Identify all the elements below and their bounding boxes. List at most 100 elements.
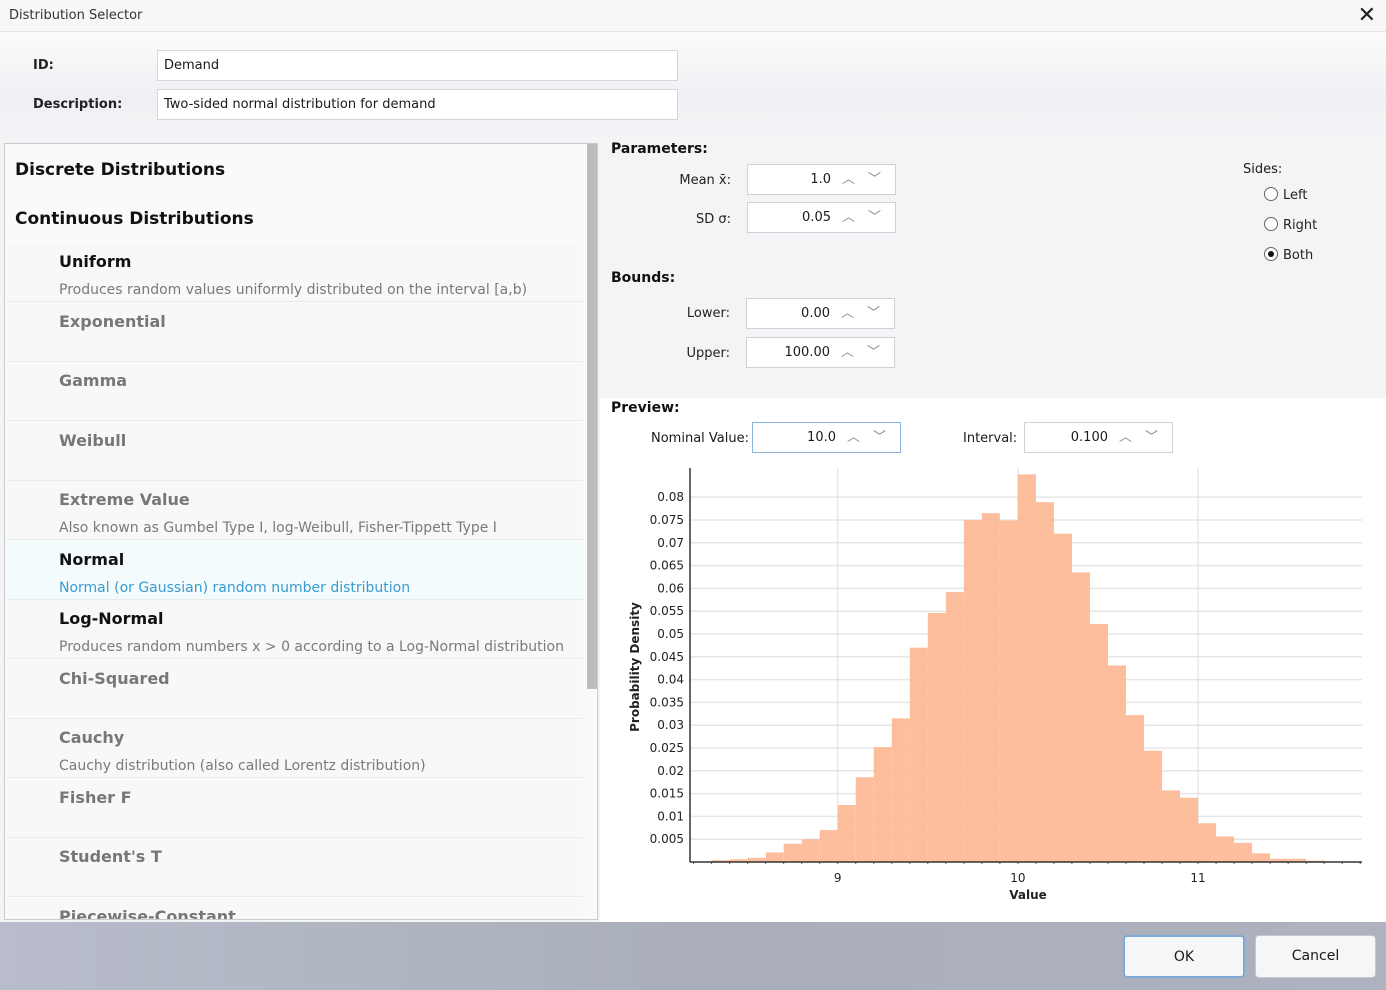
description-input[interactable]: Two-sided normal distribution for demand xyxy=(157,89,678,120)
interval-label: Interval: xyxy=(963,431,1018,446)
histogram-bar xyxy=(909,647,928,862)
y-tick-label: 0.035 xyxy=(650,695,684,709)
histogram-bar xyxy=(1035,502,1054,862)
nominal-spinner[interactable]: 10.0 ︿ ﹀ xyxy=(752,422,901,453)
lower-value: 0.00 xyxy=(801,306,830,321)
histogram-bar xyxy=(1180,797,1199,862)
list-item-description: Normal (or Gaussian) random number distr… xyxy=(59,579,411,596)
list-item-name: Cauchy xyxy=(59,728,125,747)
list-item-name: Extreme Value xyxy=(59,490,190,509)
x-tick-label: 11 xyxy=(1190,871,1205,885)
histogram-bar xyxy=(1053,533,1072,862)
interval-spinner[interactable]: 0.100 ︿ ﹀ xyxy=(1024,422,1173,453)
list-item[interactable]: Gamma xyxy=(7,362,583,421)
y-tick-label: 0.01 xyxy=(657,809,684,823)
histogram-bar xyxy=(1071,572,1090,862)
description-label: Description: xyxy=(33,97,123,112)
list-item[interactable]: Fisher F xyxy=(7,778,583,838)
y-tick-label: 0.06 xyxy=(657,581,684,595)
histogram-bar xyxy=(873,747,892,862)
chevron-down-icon[interactable]: ﹀ xyxy=(867,302,880,321)
title-bar: Distribution Selector ✕ xyxy=(0,0,1386,32)
list-item-name: Weibull xyxy=(59,430,127,450)
histogram-bar xyxy=(819,830,838,862)
chevron-up-icon[interactable]: ︿ xyxy=(842,206,855,225)
list-item[interactable]: Cauchy Cauchy distribution (also called L… xyxy=(7,719,583,778)
list-item[interactable]: Uniform Produces random values uniformly … xyxy=(7,243,583,302)
bounds-title: Bounds: xyxy=(611,270,676,286)
histogram-bar xyxy=(1252,853,1271,862)
chevron-down-icon[interactable]: ﹀ xyxy=(873,426,886,445)
histogram-bar xyxy=(927,613,946,862)
chevron-down-icon[interactable]: ﹀ xyxy=(1145,426,1158,445)
sd-label: SD σ: xyxy=(695,212,731,227)
x-axis-label: Value xyxy=(1009,888,1047,902)
upper-label: Upper: xyxy=(686,346,730,361)
upper-value: 100.00 xyxy=(784,345,831,360)
histogram-bar xyxy=(891,718,910,862)
list-item[interactable]: Piecewise-Constant xyxy=(7,897,583,919)
sd-spinner[interactable]: 0.05 ︿ ﹀ xyxy=(747,202,896,233)
y-tick-label: 0.045 xyxy=(650,650,684,664)
list-item[interactable]: Extreme Value Also known as Gumbel Type I… xyxy=(7,481,583,540)
radio-icon xyxy=(1264,217,1278,231)
side-both-label: Both xyxy=(1283,248,1314,263)
id-input[interactable]: Demand xyxy=(157,50,678,81)
preview-title: Preview: xyxy=(611,400,680,416)
cancel-button[interactable]: Cancel xyxy=(1255,935,1376,978)
list-item[interactable]: Chi-Squared xyxy=(7,659,583,719)
list-item-name: Student's T xyxy=(59,847,162,866)
y-tick-label: 0.025 xyxy=(650,741,684,755)
y-tick-label: 0.04 xyxy=(657,673,684,687)
chevron-down-icon[interactable]: ﹀ xyxy=(868,168,881,187)
nominal-value: 10.0 xyxy=(807,430,836,445)
chevron-up-icon[interactable]: ︿ xyxy=(1119,426,1132,445)
y-tick-label: 0.07 xyxy=(657,536,684,550)
list-item-name: Normal xyxy=(59,549,125,569)
list-item-name: Gamma xyxy=(59,371,128,390)
lower-label: Lower: xyxy=(686,306,730,321)
chevron-up-icon[interactable]: ︿ xyxy=(841,302,854,321)
list-item[interactable]: Normal Normal (or Gaussian) random number… xyxy=(7,540,583,600)
histogram-bar xyxy=(999,520,1018,862)
list-item[interactable]: Student's T xyxy=(7,838,583,897)
list-item[interactable]: Log-Normal Produces random numbers x > 0 … xyxy=(7,600,583,659)
list-scrollbar[interactable] xyxy=(587,144,597,689)
chevron-down-icon[interactable]: ﹀ xyxy=(867,341,880,360)
list-item-name: Log-Normal xyxy=(59,609,164,628)
mean-value: 1.0 xyxy=(810,172,831,187)
distribution-list[interactable]: Discrete Distributions Continuous Distri… xyxy=(4,143,598,920)
lower-spinner[interactable]: 0.00 ︿ ﹀ xyxy=(746,298,895,329)
close-icon[interactable]: ✕ xyxy=(1358,3,1376,28)
y-tick-label: 0.02 xyxy=(657,764,684,778)
ok-button[interactable]: OK xyxy=(1123,935,1245,978)
chevron-up-icon[interactable]: ︿ xyxy=(841,341,854,360)
chevron-down-icon[interactable]: ﹀ xyxy=(868,206,881,225)
list-item-description: Cauchy distribution (also called Lorentz… xyxy=(59,758,426,774)
chevron-up-icon[interactable]: ︿ xyxy=(842,168,855,187)
mean-label: Mean x̄: xyxy=(679,173,731,188)
histogram-bar xyxy=(963,519,982,862)
histogram-bar xyxy=(1125,715,1145,862)
sd-value: 0.05 xyxy=(802,210,831,225)
side-right-radio[interactable]: Right xyxy=(1264,217,1317,233)
chevron-up-icon[interactable]: ︿ xyxy=(847,426,860,445)
upper-spinner[interactable]: 100.00 ︿ ﹀ xyxy=(746,337,895,368)
group-continuous[interactable]: Continuous Distributions xyxy=(15,209,254,229)
list-item[interactable]: Weibull xyxy=(7,421,583,481)
side-left-radio[interactable]: Left xyxy=(1264,187,1307,203)
side-both-radio[interactable]: Both xyxy=(1264,247,1313,263)
group-discrete[interactable]: Discrete Distributions xyxy=(15,160,225,180)
y-axis-label: Probability Density xyxy=(628,602,642,732)
interval-value: 0.100 xyxy=(1070,430,1108,445)
histogram-bar xyxy=(1162,790,1181,862)
window-title: Distribution Selector xyxy=(9,8,143,23)
x-tick-label: 10 xyxy=(1010,871,1025,885)
histogram-chart: 0.005 0.01 0.015 0.02 0.025 0.03 0.035 0.04 0.04… xyxy=(628,468,1362,902)
list-item-name: Exponential xyxy=(59,311,166,331)
id-label: ID: xyxy=(33,58,54,73)
histogram-bar xyxy=(1107,665,1126,862)
parameters-title: Parameters: xyxy=(611,141,708,157)
mean-spinner[interactable]: 1.0 ︿ ﹀ xyxy=(747,164,896,195)
list-item[interactable]: Exponential xyxy=(7,302,583,362)
